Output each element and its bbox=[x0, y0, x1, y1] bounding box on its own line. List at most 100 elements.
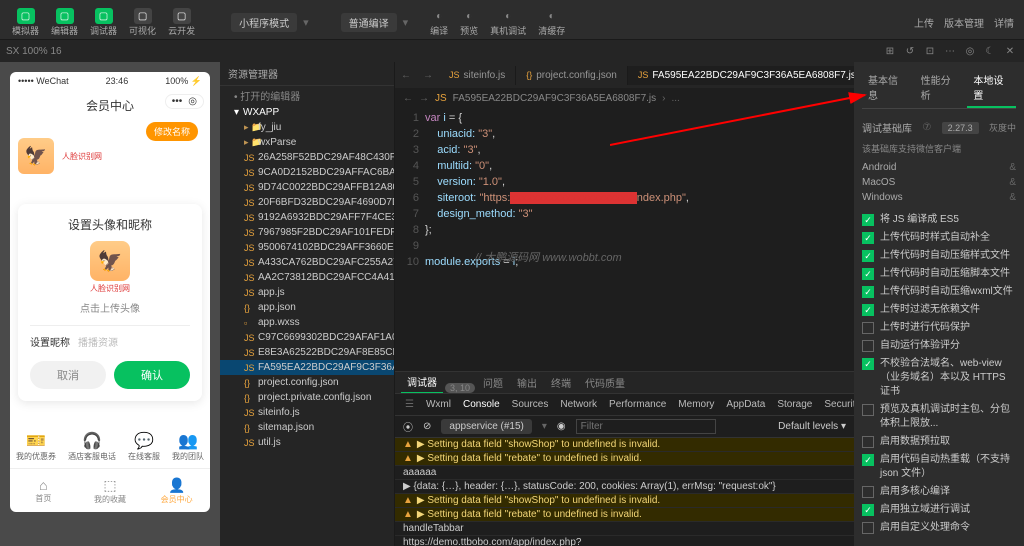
debug-tab-问题[interactable]: 问题 bbox=[477, 372, 509, 393]
nickname-input[interactable]: 播播资源 bbox=[78, 334, 118, 349]
setting-check[interactable]: 预览及真机调试时主包、分包体积上限放... bbox=[862, 401, 1016, 433]
nav-arrow[interactable]: ← bbox=[403, 93, 413, 104]
action-真机调试[interactable]: ◐真机调试 bbox=[484, 6, 532, 39]
console-tab-Sources[interactable]: Sources bbox=[512, 399, 549, 410]
toolbar-模拟器[interactable]: ▢模拟器 bbox=[6, 6, 45, 39]
file-project.config.json[interactable]: {}project.config.json bbox=[220, 375, 394, 390]
file-app.json[interactable]: {}app.json bbox=[220, 300, 394, 315]
file-9D74C0022BDC29AFFB12A8050...[interactable]: JS9D74C0022BDC29AFFB12A8050... bbox=[220, 180, 394, 195]
setting-check[interactable]: 上传时进行代码保护 bbox=[862, 319, 1016, 337]
console-line[interactable]: aaaaaa bbox=[395, 466, 854, 480]
file-app.js[interactable]: JSapp.js bbox=[220, 285, 394, 300]
sub-icon[interactable]: ◎ bbox=[962, 43, 978, 59]
console-tab-Wxml[interactable]: Wxml bbox=[426, 399, 451, 410]
setting-check[interactable]: 自动运行体验评分 bbox=[862, 337, 1016, 355]
sub-icon[interactable]: ✕ bbox=[1002, 43, 1018, 59]
setting-check[interactable]: ✓启用独立域进行调试 bbox=[862, 501, 1016, 519]
console-line[interactable]: ▲▶ Setting data field "rebate" to undefi… bbox=[395, 452, 854, 466]
settings-tab-基本信息[interactable]: 基本信息 bbox=[862, 68, 911, 108]
file-9CA0D2152BDC29AFFAC6BA12E...[interactable]: JS9CA0D2152BDC29AFFAC6BA12E... bbox=[220, 165, 394, 180]
feature-酒店客服电话[interactable]: 🎧酒店客服电话 bbox=[68, 431, 116, 462]
sub-icon[interactable]: ⊞ bbox=[882, 43, 898, 59]
eye-icon[interactable]: ◉ bbox=[557, 421, 566, 432]
setting-check[interactable]: 启用数据预拉取 bbox=[862, 433, 1016, 451]
setting-check[interactable]: 启用多核心编译 bbox=[862, 483, 1016, 501]
setting-check[interactable]: 启用自定义处理命令 bbox=[862, 519, 1016, 537]
setting-check[interactable]: ✓上传代码时自动压缩脚本文件 bbox=[862, 265, 1016, 283]
tab-siteinfo.js[interactable]: JSsiteinfo.js bbox=[439, 66, 516, 85]
file-app.wxss[interactable]: ▫app.wxss bbox=[220, 315, 394, 330]
file-A433CA762BDC29AFC255A27114...[interactable]: JSA433CA762BDC29AFC255A27114... bbox=[220, 255, 394, 270]
debug-tab-输出[interactable]: 输出 bbox=[511, 372, 543, 393]
edit-name-badge[interactable]: 修改名称 bbox=[146, 122, 198, 141]
file-9192A6932BDC29AFF7F4CE3453...[interactable]: JS9192A6932BDC29AFF7F4CE3453... bbox=[220, 210, 394, 225]
setting-check[interactable]: ✓将 JS 编译成 ES5 bbox=[862, 211, 1016, 229]
toolbar-可视化[interactable]: ▢可视化 bbox=[123, 6, 162, 39]
file-util.js[interactable]: JSutil.js bbox=[220, 435, 394, 450]
user-avatar[interactable]: 🦅 bbox=[18, 138, 54, 174]
open-editors-section[interactable]: • 打开的编辑器 bbox=[220, 86, 394, 105]
compile-dropdown[interactable]: 普通编译 bbox=[341, 13, 397, 32]
console-tab-Console[interactable]: Console bbox=[463, 399, 500, 410]
file-wxParse[interactable]: ▸ 📁wxParse bbox=[220, 135, 394, 150]
settings-tab-本地设置[interactable]: 本地设置 bbox=[967, 68, 1016, 108]
action-版本管理[interactable]: 版本管理 bbox=[944, 15, 984, 30]
sub-icon[interactable]: ⋯ bbox=[942, 43, 958, 59]
file-E8E3A62522BDC29AF8E85CE226...[interactable]: JSE8E3A62522BDC29AF8E85CE226... bbox=[220, 345, 394, 360]
setting-check[interactable]: ✓上传代码时样式自动补全 bbox=[862, 229, 1016, 247]
tab-project.config.json[interactable]: {}project.config.json bbox=[516, 66, 628, 85]
console-tab-Performance[interactable]: Performance bbox=[609, 399, 666, 410]
nav-我的收藏[interactable]: ⬚我的收藏 bbox=[77, 469, 144, 512]
nav-首页[interactable]: ⌂首页 bbox=[10, 469, 77, 512]
console-toggle[interactable]: ⦿ bbox=[403, 419, 413, 434]
action-预览[interactable]: ◐预览 bbox=[454, 6, 484, 39]
console-tab-Network[interactable]: Network bbox=[560, 399, 597, 410]
levels-dropdown[interactable]: Default levels ▾ bbox=[778, 421, 846, 432]
phone-preview[interactable]: ••••• WeChat 23:46 100% ⚡ 会员中心 •••◎ 修改名称… bbox=[10, 72, 210, 512]
debug-tab-代码质量[interactable]: 代码质量 bbox=[579, 372, 631, 393]
code-editor[interactable]: var i = { uniacid: "3", acid: "3", multi… bbox=[425, 110, 854, 371]
action-上传[interactable]: 上传 bbox=[914, 15, 934, 30]
action-清缓存[interactable]: ◐清缓存 bbox=[532, 6, 571, 39]
console-line[interactable]: ▲▶ Setting data field "showShop" to unde… bbox=[395, 438, 854, 452]
toolbar-云开发[interactable]: ▢云开发 bbox=[162, 6, 201, 39]
capsule-button[interactable]: •••◎ bbox=[165, 94, 204, 109]
confirm-button[interactable]: 确认 bbox=[114, 361, 190, 389]
context-dropdown[interactable]: appservice (#15) bbox=[441, 419, 531, 434]
console-line[interactable]: ▲▶ Setting data field "showShop" to unde… bbox=[395, 494, 854, 508]
toolbar-调试器[interactable]: ▢调试器 bbox=[84, 6, 123, 39]
setting-check[interactable]: ✓不校验合法域名、web-view（业务域名）本以及 HTTPS 证书 bbox=[862, 355, 1016, 401]
file-7967985F2BDC29AF101FEDF571...[interactable]: JS7967985F2BDC29AF101FEDF571... bbox=[220, 225, 394, 240]
file-26A258F52BDC29AF48C430F2...[interactable]: JS26A258F52BDC29AF48C430F2... bbox=[220, 150, 394, 165]
file-FA595EA22BDC29AF9C3F36A5E...[interactable]: JSFA595EA22BDC29AF9C3F36A5E... bbox=[220, 360, 394, 375]
feature-我的团队[interactable]: 👥我的团队 bbox=[172, 431, 204, 462]
console-line[interactable]: https://demo.ttbobo.com/app/index.php?i=… bbox=[395, 536, 854, 546]
file-sitemap.json[interactable]: {}sitemap.json bbox=[220, 420, 394, 435]
sub-icon[interactable]: ☾ bbox=[982, 43, 998, 59]
nav-会员中心[interactable]: 👤会员中心 bbox=[143, 469, 210, 512]
file-siteinfo.js[interactable]: JSsiteinfo.js bbox=[220, 405, 394, 420]
file-fy_jiu[interactable]: ▸ 📁fy_jiu bbox=[220, 120, 394, 135]
feature-我的优惠券[interactable]: 🎫我的优惠券 bbox=[16, 431, 56, 462]
feature-在线客服[interactable]: 💬在线客服 bbox=[128, 431, 160, 462]
file-AA2C73812BDC29AFCC4A41886...[interactable]: JSAA2C73812BDC29AFCC4A41886... bbox=[220, 270, 394, 285]
filter-input[interactable] bbox=[576, 419, 716, 434]
console-line[interactable]: handleTabbar bbox=[395, 522, 854, 536]
tab-FA595EA22BDC29AF9C3F36A5EA6808F7.js[interactable]: JSFA595EA22BDC29AF9C3F36A5EA6808F7.js× bbox=[628, 66, 854, 85]
debug-tab-调试器[interactable]: 调试器 bbox=[401, 371, 443, 393]
setting-check[interactable]: ✓上传代码时自动压缩样式文件 bbox=[862, 247, 1016, 265]
console-tab-Memory[interactable]: Memory bbox=[678, 399, 714, 410]
clear-console[interactable]: ⊘ bbox=[423, 421, 431, 432]
file-9500674102BDC29AFF3660E7331...[interactable]: JS9500674102BDC29AFF3660E7331... bbox=[220, 240, 394, 255]
lib-version-dropdown[interactable]: 2.27.3 bbox=[942, 122, 979, 134]
mode-dropdown[interactable]: 小程序模式 bbox=[231, 13, 297, 32]
console-tab-Storage[interactable]: Storage bbox=[777, 399, 812, 410]
setting-check[interactable]: ✓上传代码时自动压缩wxml文件 bbox=[862, 283, 1016, 301]
toolbar-编辑器[interactable]: ▢编辑器 bbox=[45, 6, 84, 39]
upload-avatar[interactable]: 🦅 bbox=[90, 241, 130, 281]
action-编译[interactable]: ◐编译 bbox=[424, 6, 454, 39]
console-line[interactable]: ▶ {data: {…}, header: {…}, statusCode: 2… bbox=[395, 480, 854, 494]
console-line[interactable]: ▲▶ Setting data field "rebate" to undefi… bbox=[395, 508, 854, 522]
file-C97C6699302BDC29AFAF1A0E274...[interactable]: JSC97C6699302BDC29AFAF1A0E274... bbox=[220, 330, 394, 345]
sub-icon[interactable]: ⊡ bbox=[922, 43, 938, 59]
